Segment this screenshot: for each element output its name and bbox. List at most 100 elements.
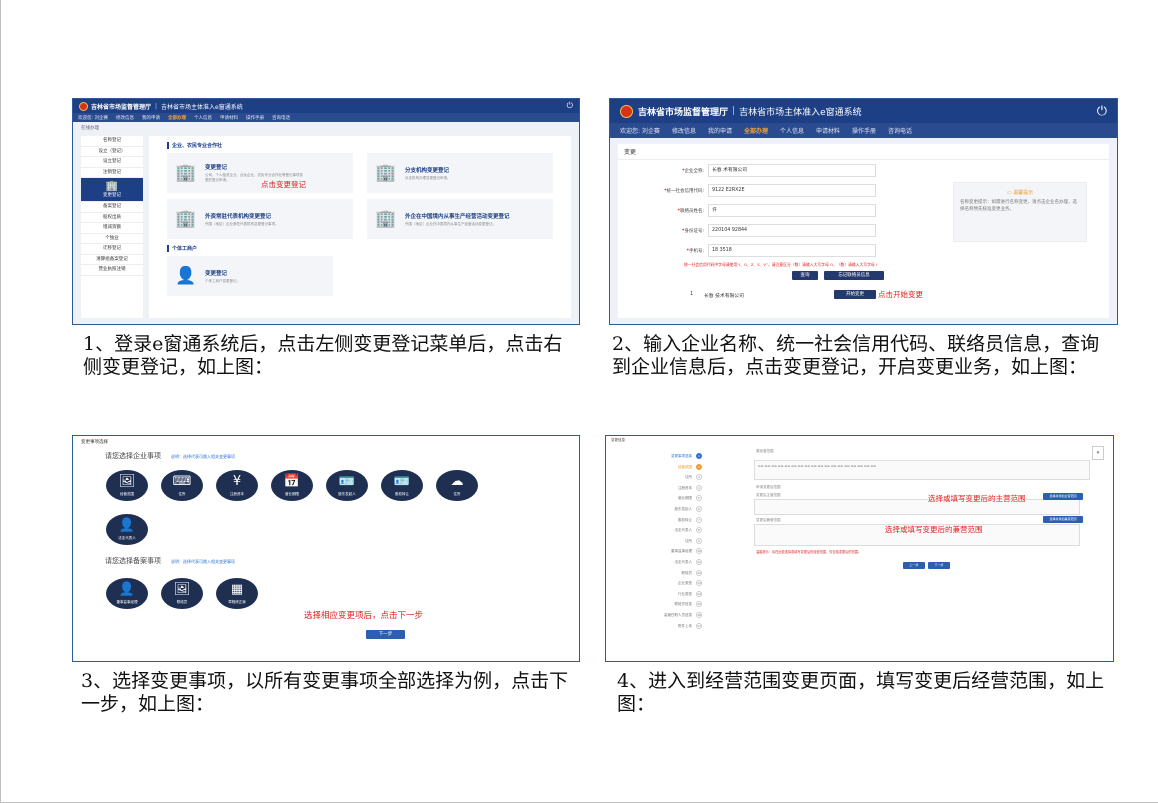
sidebar-item-label: 变更登记: [103, 193, 121, 198]
add-side-scope-button[interactable]: 选择并添加兼营范围: [1043, 516, 1083, 523]
contact-name-input[interactable]: 许: [708, 204, 876, 217]
sidebar-item[interactable]: 增减资额: [81, 223, 143, 234]
sidebar-item[interactable]: 股权出质: [81, 213, 143, 223]
info-icon: ▭: [1006, 190, 1012, 196]
id-number-input[interactable]: 220104 92844: [708, 224, 876, 237]
step-item[interactable]: 股东发起人 6: [610, 506, 702, 512]
step-item[interactable]: 联络员信息 15: [610, 601, 702, 608]
step-item[interactable]: 经营范围 2: [610, 463, 702, 470]
nav-item[interactable]: 咨询电话: [272, 115, 290, 121]
sidebar-item[interactable]: 设立登记: [81, 157, 143, 168]
annotation-note: 选择或填写变更后的兼营范围: [885, 525, 983, 534]
option-address[interactable]: ⌨ 住所: [161, 470, 203, 501]
next-button[interactable]: 下一步: [366, 630, 405, 639]
option-equity-transfer[interactable]: 🪪 股权转让: [381, 470, 423, 501]
company-name-input[interactable]: 长春 术有限公司: [708, 164, 876, 177]
card-branch-change[interactable]: 🏢 分支机构变更登记 分支机构办理变更登记申请。: [367, 153, 553, 193]
step-item[interactable]: 企业类型 13: [610, 580, 702, 587]
tip-body: 名称变更提示：如需进行名称变更，请点击企业名办理，选择名称预先核准变更业务。: [960, 200, 1077, 212]
step-item[interactable]: 附件上传 17: [610, 622, 702, 629]
field-label: *统一社会信用代码:: [664, 188, 704, 194]
sidebar-item[interactable]: 迁移登记: [81, 244, 143, 255]
option-shareholders[interactable]: 🪪 股东发起人: [326, 470, 368, 501]
option-business-term[interactable]: 📅 营业期限: [271, 470, 313, 501]
step-item[interactable]: 住所 3: [610, 474, 702, 481]
nav-item[interactable]: 申请材料: [220, 115, 238, 121]
step-item[interactable]: 营业期限 5: [610, 495, 702, 502]
step-item[interactable]: 股权转让 7: [610, 516, 702, 523]
nav-item[interactable]: 申请材料: [816, 126, 840, 135]
step-item[interactable]: 董事监事经理 10: [610, 548, 702, 555]
nav-item[interactable]: 操作手册: [246, 115, 264, 121]
step-item[interactable]: 注册资本 4: [610, 484, 702, 491]
step-item[interactable]: 变更事项选择 1: [610, 453, 702, 459]
step-item[interactable]: 法定代表人 11: [610, 559, 702, 565]
new-scope-label: 申请变更后范围: [756, 485, 781, 489]
sidebar-item[interactable]: 设立（登记）: [81, 147, 143, 157]
step-item[interactable]: 高管任职人员信息 16: [610, 612, 702, 618]
card-individual-change[interactable]: 👤 变更登记 个体工商户变更登记。: [167, 256, 333, 296]
sidebar-item[interactable]: 备案登记: [81, 202, 143, 213]
query-button[interactable]: 查询: [792, 271, 818, 280]
step-item[interactable]: 行业类型 14: [610, 590, 702, 597]
nav-item[interactable]: 咨询电话: [888, 126, 912, 135]
nav-item-active[interactable]: 全部办理: [168, 115, 186, 121]
step-item[interactable]: 法定代表人 8: [610, 527, 702, 534]
option-articles[interactable]: ▦ 章程修正案: [216, 578, 258, 609]
option-directors[interactable]: 👤 董事监事经理: [106, 578, 148, 609]
nav-item[interactable]: 我的申请: [142, 115, 160, 121]
sidebar-item[interactable]: 名称登记: [81, 136, 143, 147]
step-dot: 11: [696, 559, 702, 565]
card-foreign-enterprise-change[interactable]: 🏢 外企在中国境内从事生产经营活动变更登记 外国（地区）企业在中国境内从事生产经营…: [367, 199, 553, 239]
step-label: 行业类型: [678, 591, 692, 596]
power-icon[interactable]: ⏻: [1097, 104, 1107, 119]
field-label: *联络员姓名:: [677, 208, 704, 214]
sidebar-item[interactable]: 清算组备案登记: [81, 255, 143, 265]
emblem-logo: [79, 101, 88, 111]
phone-input[interactable]: 18 3518: [708, 244, 876, 257]
nav-item-active[interactable]: 全部办理: [744, 126, 768, 135]
sidebar-item[interactable]: 营业执照注销: [81, 265, 143, 276]
step-label: 股东发起人: [674, 507, 693, 511]
nav-item[interactable]: 个人信息: [780, 126, 804, 135]
step-dot: 13: [696, 580, 702, 587]
option-contact[interactable]: 🖼 联络员: [161, 578, 203, 609]
step-label: 法定代表人: [674, 560, 693, 564]
card-desc: 个体工商户变更登记。: [205, 278, 240, 283]
start-change-button[interactable]: 开始变更: [834, 290, 876, 299]
sidebar-item[interactable]: 注销登记: [81, 168, 143, 178]
step-label: 附件上传: [678, 623, 692, 628]
next-button[interactable]: 下一步: [928, 562, 950, 569]
edit-info-link[interactable]: 修改信息: [116, 115, 134, 121]
form-title: 变更: [618, 144, 1109, 160]
content-area: 在线办理 名称登记 设立（登记） 设立登记 注销登记 🏢 变更登记 备案登记 股…: [73, 122, 579, 324]
step-item[interactable]: 联络员 12: [610, 569, 702, 576]
nav-item[interactable]: 我的申请: [708, 126, 732, 135]
option-business-scope[interactable]: 🖼 经营范围: [106, 470, 148, 501]
edit-info-link[interactable]: 修改信息: [672, 126, 696, 135]
nav-item[interactable]: 个人信息: [194, 115, 212, 121]
original-scope-label: 原经营范围: [756, 449, 774, 453]
card-change-registration[interactable]: 🏢 变更登记 公司、个人独资企业、合伙企业、农民专业合作社等登记事项变更的登记申请…: [167, 153, 353, 193]
prev-button[interactable]: 上一步: [903, 562, 925, 569]
add-main-scope-button[interactable]: 选择并添加主营范围: [1043, 493, 1083, 500]
sidebar-item-change-registration[interactable]: 🏢 变更登记: [81, 178, 143, 202]
card-title: 变更登记: [205, 165, 228, 171]
step-item[interactable]: 住所 9: [610, 537, 702, 544]
step-label: 董事监事经理: [671, 549, 692, 554]
power-icon[interactable]: ⏻: [567, 101, 573, 111]
nav-item[interactable]: 操作手册: [852, 126, 876, 135]
main-scope-input[interactable]: [754, 499, 1080, 515]
option-residence[interactable]: ☁ 住所: [436, 470, 478, 501]
credit-code-input[interactable]: 9122 E2RX2E: [708, 184, 876, 197]
option-registered-capital[interactable]: ¥ 注册资本: [216, 470, 258, 501]
forgot-contact-button[interactable]: 忘记联络员信息: [824, 271, 884, 280]
annotation-note: 选择相应变更项后，点击下一步: [304, 611, 424, 621]
sidebar-item[interactable]: 个独业: [81, 234, 143, 244]
dropdown-icon[interactable]: ▾: [1092, 446, 1104, 460]
step-label: 住所: [685, 475, 692, 480]
card-foreign-office-change[interactable]: 🏢 外资常驻代表机构变更登记 外国（地区）企业常驻代表机构变更登记事项。: [167, 199, 353, 239]
system-name: 吉林省市场主体准入e窗通系统: [739, 107, 862, 118]
input-warning: 统一社会信用代码中字母请使用“I、O、Z、S、V”，请注意区分（数）请输入大写字…: [684, 262, 878, 267]
option-legal-rep[interactable]: 👤 法定代表人: [106, 514, 148, 545]
